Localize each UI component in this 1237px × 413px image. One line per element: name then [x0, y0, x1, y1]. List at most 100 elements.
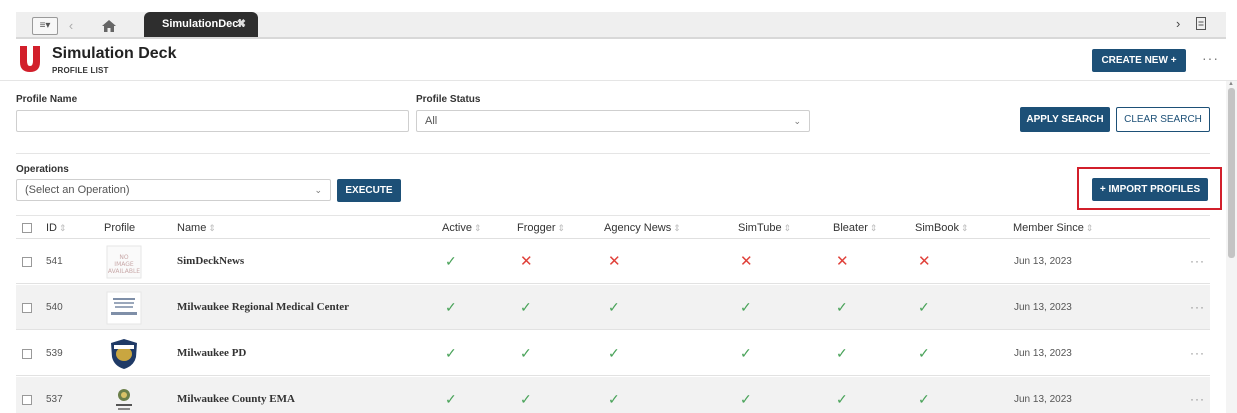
profile-status-value: All — [425, 115, 438, 127]
home-icon[interactable] — [98, 16, 120, 36]
member-since: Jun 13, 2023 — [1014, 256, 1072, 267]
bleater-check-icon: ✓ — [836, 299, 848, 315]
import-profiles-button[interactable]: + IMPORT PROFILES — [1092, 178, 1208, 201]
active-check-icon: ✓ — [445, 253, 457, 269]
operations-select[interactable]: (Select an Operation) ⌄ — [16, 179, 331, 201]
column-header-member-since[interactable]: Member Since ⇕ — [1013, 216, 1093, 240]
row-checkbox[interactable] — [22, 303, 32, 313]
simtube-check-icon: ✓ — [740, 391, 752, 407]
column-header-simtube[interactable]: SimTube ⇕ — [738, 216, 791, 240]
column-header-simbook[interactable]: SimBook ⇕ — [915, 216, 969, 240]
row-more-icon[interactable]: ··· — [1190, 239, 1205, 284]
back-chevron-icon[interactable]: ‹ — [64, 17, 78, 35]
row-more-icon[interactable]: ··· — [1190, 331, 1205, 376]
sort-icon: ⇕ — [673, 223, 681, 233]
row-name[interactable]: Milwaukee PD — [177, 331, 246, 376]
column-header-active[interactable]: Active ⇕ — [442, 216, 482, 240]
sort-icon: ⇕ — [783, 223, 792, 233]
table-row[interactable]: 539 Milwaukee PD ✓ ✓ ✓ ✓ ✓ ✓ Jun 13, 202… — [16, 331, 1210, 376]
member-since: Jun 13, 2023 — [1014, 302, 1072, 313]
column-label: SimBook — [915, 222, 960, 234]
row-more-icon[interactable]: ··· — [1190, 377, 1205, 413]
table-row[interactable]: 537 Milwaukee County EMA ✓ ✓ ✓ ✓ ✓ ✓ Jun… — [16, 377, 1210, 413]
operations-select-value: (Select an Operation) — [25, 184, 130, 196]
active-check-icon: ✓ — [445, 345, 457, 361]
row-checkbox[interactable] — [22, 257, 32, 267]
page-title: Simulation Deck — [52, 45, 177, 62]
clear-search-button[interactable]: CLEAR SEARCH — [1116, 107, 1210, 132]
row-name[interactable]: Milwaukee Regional Medical Center — [177, 285, 349, 330]
sort-icon: ⇕ — [208, 223, 216, 233]
member-since: Jun 13, 2023 — [1014, 348, 1072, 359]
sort-icon: ⇕ — [1085, 223, 1094, 233]
column-label: Member Since — [1013, 222, 1084, 234]
column-label: Active — [442, 222, 472, 234]
column-label: Name — [177, 222, 207, 234]
row-id: 537 — [46, 394, 63, 405]
profile-status-select[interactable]: All ⌄ — [416, 110, 810, 132]
simtube-cross-icon: ✕ — [740, 253, 753, 270]
frogger-check-icon: ✓ — [520, 345, 532, 361]
chevron-down-icon: ⌄ — [314, 185, 322, 195]
select-all-checkbox[interactable] — [22, 223, 32, 233]
column-header-bleater[interactable]: Bleater ⇕ — [833, 216, 877, 240]
row-name[interactable]: Milwaukee County EMA — [177, 377, 295, 413]
row-name[interactable]: SimDeckNews — [177, 239, 244, 284]
row-more-icon[interactable]: ··· — [1190, 285, 1205, 330]
column-header-id[interactable]: ID ⇕ — [46, 216, 67, 240]
agency-news-check-icon: ✓ — [608, 345, 620, 361]
column-header-profile: Profile — [104, 216, 135, 240]
execute-button[interactable]: EXECUTE — [337, 179, 401, 202]
operations-label: Operations — [16, 164, 69, 175]
profile-name-input[interactable] — [16, 110, 409, 132]
simbook-check-icon: ✓ — [918, 345, 930, 361]
scrollbar-thumb[interactable] — [1228, 88, 1235, 258]
simbook-check-icon: ✓ — [918, 299, 930, 315]
create-new-button[interactable]: CREATE NEW + — [1092, 49, 1186, 72]
member-since: Jun 13, 2023 — [1014, 394, 1072, 405]
frogger-check-icon: ✓ — [520, 391, 532, 407]
row-checkbox[interactable] — [22, 349, 32, 359]
column-label: Frogger — [517, 222, 556, 234]
column-header-frogger[interactable]: Frogger ⇕ — [517, 216, 565, 240]
sort-icon: ⇕ — [59, 223, 67, 233]
tab-label: SimulationDeck — [162, 18, 245, 30]
row-checkbox[interactable] — [22, 395, 32, 405]
bleater-check-icon: ✓ — [836, 391, 848, 407]
sort-icon: ⇕ — [961, 223, 969, 233]
logo-icon — [18, 44, 42, 74]
bleater-check-icon: ✓ — [836, 345, 848, 361]
menu-icon[interactable]: ≡▾ — [32, 17, 58, 35]
column-header-agency-news[interactable]: Agency News ⇕ — [604, 216, 681, 240]
sort-icon: ⇕ — [557, 223, 566, 233]
column-label: Bleater — [833, 222, 868, 234]
column-header-name[interactable]: Name ⇕ — [177, 216, 216, 240]
sort-icon: ⇕ — [473, 223, 482, 233]
simtube-check-icon: ✓ — [740, 299, 752, 315]
simbook-cross-icon: ✕ — [918, 253, 931, 270]
tab-simulationdeck[interactable]: SimulationDeck ✖ — [144, 12, 258, 37]
page-subtitle: PROFILE LIST — [52, 66, 109, 75]
table-row[interactable]: 540 Milwaukee Regional Medical Center ✓ … — [16, 285, 1210, 330]
police-badge-logo — [106, 337, 142, 371]
simtube-check-icon: ✓ — [740, 345, 752, 361]
no-image-thumbnail: NO IMAGE AVAILABLE — [106, 245, 142, 279]
active-check-icon: ✓ — [445, 299, 457, 315]
simbook-check-icon: ✓ — [918, 391, 930, 407]
table-row[interactable]: 541 NO IMAGE AVAILABLE SimDeckNews ✓ ✕ ✕ ✕… — [16, 239, 1210, 284]
svg-text:AVAILABLE: AVAILABLE — [108, 268, 140, 275]
bleater-cross-icon: ✕ — [836, 253, 849, 270]
more-options-icon[interactable]: ··· — [1202, 50, 1219, 66]
agency-news-cross-icon: ✕ — [608, 253, 621, 270]
document-icon[interactable] — [1195, 16, 1207, 32]
scroll-up-icon[interactable]: ▲ — [1228, 81, 1234, 87]
active-check-icon: ✓ — [445, 391, 457, 407]
chevron-right-icon[interactable]: › — [1176, 16, 1180, 31]
section-divider — [16, 153, 1210, 154]
agency-news-check-icon: ✓ — [608, 299, 620, 315]
apply-search-button[interactable]: APPLY SEARCH — [1020, 107, 1110, 132]
close-icon[interactable]: ✖ — [237, 12, 246, 37]
column-label: Agency News — [604, 222, 672, 234]
frogger-cross-icon: ✕ — [520, 253, 533, 270]
medical-center-logo — [106, 291, 142, 325]
